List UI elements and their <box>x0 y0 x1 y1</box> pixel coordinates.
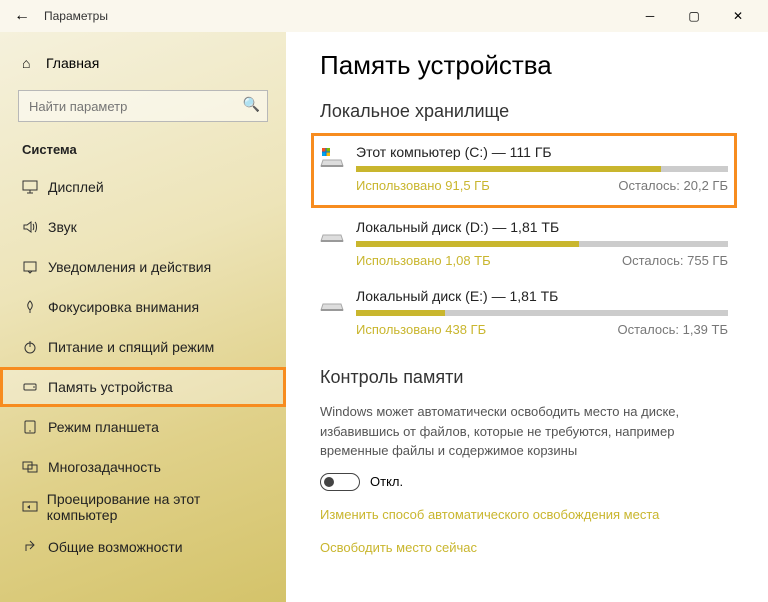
nav-label: Проецирование на этот компьютер <box>47 491 264 523</box>
change-free-up-link[interactable]: Изменить способ автоматического освобожд… <box>320 507 734 522</box>
nav-item-project[interactable]: Проецирование на этот компьютер <box>0 487 286 527</box>
window-title: Параметры <box>44 9 108 23</box>
home-nav[interactable]: ⌂ Главная <box>0 44 286 82</box>
minimize-button[interactable]: ─ <box>628 0 672 32</box>
section-title: Система <box>0 136 286 167</box>
nav-item-power[interactable]: Питание и спящий режим <box>0 327 286 367</box>
settings-window: ← Параметры ─ ▢ ✕ ⌂ Главная 🔍 Система Ди… <box>0 0 768 602</box>
page-heading: Память устройства <box>320 50 734 81</box>
nav-label: Уведомления и действия <box>48 259 211 275</box>
remaining-label: Осталось: 20,2 ГБ <box>618 178 728 193</box>
search-icon: 🔍 <box>243 96 260 113</box>
remaining-label: Осталось: 1,39 ТБ <box>618 322 729 337</box>
sidebar: ⌂ Главная 🔍 Система Дисплей Звук Уведомлен… <box>0 32 286 602</box>
drive-icon <box>320 219 356 268</box>
search-input[interactable] <box>18 90 268 122</box>
nav-item-multitask[interactable]: Многозадачность <box>0 447 286 487</box>
focus-icon <box>22 299 48 315</box>
storage-icon <box>22 379 48 395</box>
drive-title: Этот компьютер (C:) — 111 ГБ <box>356 144 728 160</box>
usage-bar <box>356 166 728 172</box>
search-box: 🔍 <box>18 90 268 122</box>
nav-label: Режим планшета <box>48 419 159 435</box>
nav-label: Дисплей <box>48 179 104 195</box>
nav-item-display[interactable]: Дисплей <box>0 167 286 207</box>
nav-label: Многозадачность <box>48 459 161 475</box>
nav-item-notify[interactable]: Уведомления и действия <box>0 247 286 287</box>
drive-title: Локальный диск (D:) — 1,81 ТБ <box>356 219 728 235</box>
nav-item-sound[interactable]: Звук <box>0 207 286 247</box>
nav-item-tablet[interactable]: Режим планшета <box>0 407 286 447</box>
drive-item[interactable]: Локальный диск (E:) — 1,81 ТБ Использован… <box>320 280 734 349</box>
back-button[interactable]: ← <box>8 7 36 25</box>
drive-icon <box>320 288 356 337</box>
home-icon: ⌂ <box>22 55 46 71</box>
project-icon <box>22 499 47 515</box>
drive-title: Локальный диск (E:) — 1,81 ТБ <box>356 288 728 304</box>
tablet-icon <box>22 419 48 435</box>
usage-bar <box>356 241 728 247</box>
toggle-track[interactable] <box>320 473 360 491</box>
nav-label: Питание и спящий режим <box>48 339 214 355</box>
drive-item[interactable]: Локальный диск (D:) — 1,81 ТБ Использован… <box>320 211 734 280</box>
remaining-label: Осталось: 755 ГБ <box>622 253 728 268</box>
display-icon <box>22 179 48 195</box>
used-label: Использовано 91,5 ГБ <box>356 178 490 193</box>
drive-icon <box>320 144 356 193</box>
nav-item-storage[interactable]: Память устройства <box>0 367 286 407</box>
storage-sense-toggle[interactable]: Откл. <box>320 473 734 491</box>
sound-icon <box>22 219 48 235</box>
local-storage-heading: Локальное хранилище <box>320 101 734 122</box>
toggle-label: Откл. <box>370 474 403 489</box>
maximize-button[interactable]: ▢ <box>672 0 716 32</box>
titlebar: ← Параметры ─ ▢ ✕ <box>0 0 768 32</box>
close-button[interactable]: ✕ <box>716 0 760 32</box>
usage-bar <box>356 310 728 316</box>
content-pane: Память устройства Локальное хранилище Эт… <box>286 32 768 602</box>
nav-label: Фокусировка внимания <box>48 299 199 315</box>
used-label: Использовано 1,08 ТБ <box>356 253 491 268</box>
nav-label: Общие возможности <box>48 539 183 555</box>
home-label: Главная <box>46 55 99 71</box>
storage-sense-desc: Windows может автоматически освободить м… <box>320 402 734 461</box>
nav-item-focus[interactable]: Фокусировка внимания <box>0 287 286 327</box>
nav-list: Дисплей Звук Уведомления и действия Фокусир… <box>0 167 286 602</box>
shared-icon <box>22 539 48 555</box>
power-icon <box>22 339 48 355</box>
storage-sense-heading: Контроль памяти <box>320 367 734 388</box>
nav-label: Память устройства <box>48 379 173 395</box>
used-label: Использовано 438 ГБ <box>356 322 486 337</box>
drive-item[interactable]: Этот компьютер (C:) — 111 ГБ Использовано… <box>314 136 734 205</box>
multitask-icon <box>22 459 48 475</box>
notify-icon <box>22 259 48 275</box>
nav-item-shared[interactable]: Общие возможности <box>0 527 286 567</box>
free-up-now-link[interactable]: Освободить место сейчас <box>320 540 734 555</box>
nav-label: Звук <box>48 219 77 235</box>
